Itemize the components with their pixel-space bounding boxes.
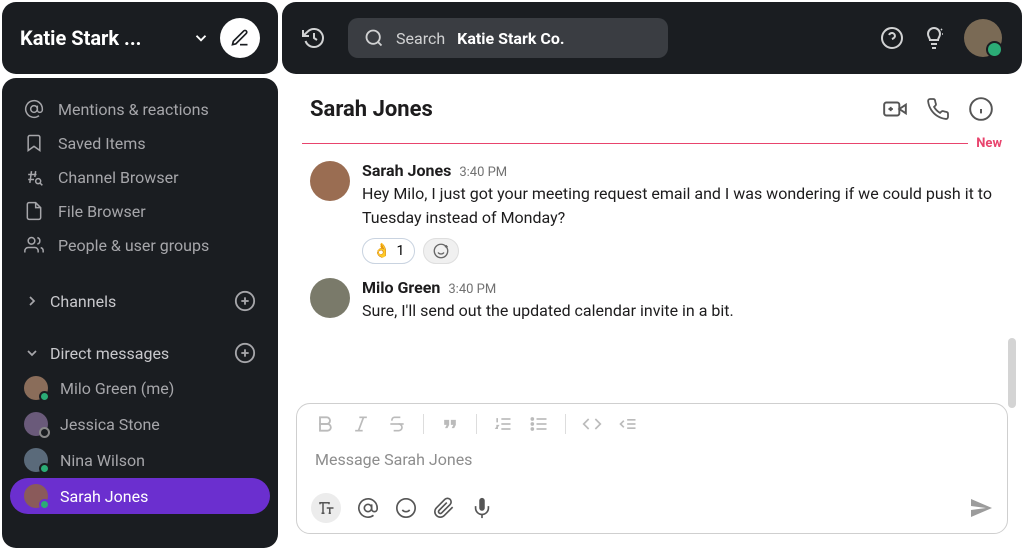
sidebar: Mentions & reactions Saved Items Channel… <box>2 78 278 548</box>
chevron-down-icon <box>24 345 40 361</box>
search-prefix: Search <box>396 29 445 48</box>
bookmark-icon <box>24 133 44 153</box>
workspace-header[interactable]: Katie Stark ... <box>2 2 278 74</box>
message-text: Hey Milo, I just got your meeting reques… <box>362 182 994 230</box>
dm-label: Sarah Jones <box>60 487 148 506</box>
dm-item[interactable]: Nina Wilson <box>10 442 270 478</box>
message-composer[interactable]: Message Sarah Jones <box>296 403 1008 534</box>
chevron-right-icon <box>24 293 40 309</box>
dm-item-active[interactable]: Sarah Jones <box>10 478 270 514</box>
mention-button[interactable] <box>357 497 379 519</box>
nav-label: Saved Items <box>58 134 146 153</box>
dm-item[interactable]: Jessica Stone <box>10 406 270 442</box>
avatar[interactable] <box>310 278 350 318</box>
bold-button[interactable] <box>315 414 335 434</box>
at-icon <box>24 99 44 119</box>
italic-button[interactable] <box>351 414 371 434</box>
code-block-button[interactable] <box>618 414 638 434</box>
avatar <box>24 484 48 508</box>
topbar: Search Katie Stark Co. <box>282 2 1022 74</box>
attach-button[interactable] <box>433 497 455 519</box>
chevron-down-icon[interactable] <box>192 29 210 47</box>
history-icon[interactable] <box>302 26 326 50</box>
quote-button[interactable] <box>440 414 460 434</box>
emoji-button[interactable] <box>395 497 417 519</box>
strikethrough-button[interactable] <box>387 414 407 434</box>
message-author[interactable]: Milo Green <box>362 278 440 297</box>
search-query: Katie Stark Co. <box>457 29 564 48</box>
dm-section[interactable]: Direct messages <box>10 332 270 370</box>
main-panel: Sarah Jones New <box>282 78 1022 548</box>
format-toggle-button[interactable] <box>311 493 341 523</box>
nav-file-browser[interactable]: File Browser <box>10 194 270 228</box>
reaction-count: 1 <box>396 243 404 259</box>
dm-label: Milo Green (me) <box>60 379 174 398</box>
dm-item[interactable]: Milo Green (me) <box>10 370 270 406</box>
message: Milo Green 3:40 PM Sure, I'll send out t… <box>310 278 994 323</box>
people-icon <box>24 235 44 255</box>
message-time: 3:40 PM <box>448 282 496 297</box>
nav-label: Mentions & reactions <box>58 100 209 119</box>
phone-call-button[interactable] <box>926 97 950 121</box>
ordered-list-button[interactable] <box>493 414 513 434</box>
composer-placeholder[interactable]: Message Sarah Jones <box>311 442 993 487</box>
info-button[interactable] <box>968 96 994 122</box>
nav-label: People & user groups <box>58 236 209 255</box>
whats-new-icon[interactable] <box>922 26 946 50</box>
reaction-emoji: 👌 <box>373 243 390 259</box>
nav-label: File Browser <box>58 202 146 221</box>
avatar[interactable] <box>310 161 350 201</box>
search-icon <box>364 28 384 48</box>
section-label: Channels <box>50 292 116 311</box>
new-message-divider: New <box>302 136 1002 151</box>
send-button[interactable] <box>969 496 993 520</box>
dm-label: Jessica Stone <box>60 415 160 434</box>
channel-header: Sarah Jones <box>282 78 1022 134</box>
nav-channel-browser[interactable]: Channel Browser <box>10 160 270 194</box>
compose-button[interactable] <box>220 18 260 58</box>
add-reaction-button[interactable] <box>423 238 459 264</box>
nav-label: Channel Browser <box>58 168 179 187</box>
add-channel-button[interactable] <box>234 290 256 312</box>
nav-saved[interactable]: Saved Items <box>10 126 270 160</box>
composer-actions <box>311 487 993 523</box>
user-avatar[interactable] <box>964 19 1002 57</box>
channel-name[interactable]: Sarah Jones <box>310 97 864 122</box>
file-icon <box>24 201 44 221</box>
avatar <box>24 412 48 436</box>
message-time: 3:40 PM <box>459 165 507 180</box>
nav-people[interactable]: People & user groups <box>10 228 270 262</box>
nav-mentions[interactable]: Mentions & reactions <box>10 92 270 126</box>
hash-search-icon <box>24 167 44 187</box>
dm-label: Nina Wilson <box>60 451 145 470</box>
message-text: Sure, I'll send out the updated calendar… <box>362 299 734 323</box>
workspace-title: Katie Stark ... <box>20 26 182 50</box>
add-dm-button[interactable] <box>234 342 256 364</box>
avatar <box>24 448 48 472</box>
channels-section[interactable]: Channels <box>10 280 270 318</box>
message-list: Sarah Jones 3:40 PM Hey Milo, I just got… <box>282 155 1022 397</box>
message-author[interactable]: Sarah Jones <box>362 161 451 180</box>
avatar <box>24 376 48 400</box>
scrollbar-thumb[interactable] <box>1008 338 1016 408</box>
section-label: Direct messages <box>50 344 169 363</box>
mic-button[interactable] <box>471 497 493 519</box>
video-call-button[interactable] <box>882 96 908 122</box>
bullet-list-button[interactable] <box>529 414 549 434</box>
emoji-add-icon <box>432 242 450 260</box>
divider-label: New <box>968 136 1002 151</box>
code-button[interactable] <box>582 414 602 434</box>
format-toolbar <box>311 412 993 442</box>
message: Sarah Jones 3:40 PM Hey Milo, I just got… <box>310 161 994 264</box>
help-icon[interactable] <box>880 26 904 50</box>
reaction[interactable]: 👌 1 <box>362 238 415 264</box>
search-input[interactable]: Search Katie Stark Co. <box>348 18 668 58</box>
